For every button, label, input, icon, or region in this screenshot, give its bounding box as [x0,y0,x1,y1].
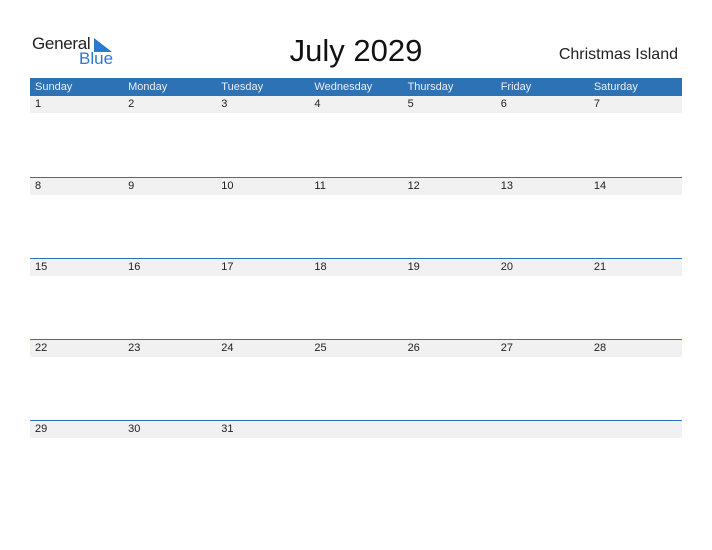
day-cell: 15 [35,261,48,273]
day-cell: 6 [500,98,507,110]
date-strip: 8 9 10 11 12 13 14 [30,178,682,195]
week-row: 1 2 3 4 5 6 7 [30,96,682,177]
day-cell: 20 [500,261,513,273]
day-cell: 21 [593,261,607,273]
weekday-wednesday: Wednesday [314,81,373,93]
day-cell: 25 [314,342,327,354]
day-cell [496,421,589,438]
day-cell: 7 [593,98,600,110]
weekday-tuesday: Tuesday [221,81,264,93]
day-cell: 4 [314,98,321,110]
day-cell [309,421,402,438]
country-label: Christmas Island [558,46,678,63]
day-cell: 14 [593,180,607,192]
day-cell: 2 [128,98,135,110]
day-cell: 11 [314,180,326,192]
date-strip: 1 2 3 4 5 6 7 [30,96,682,113]
day-cell: 1 [35,98,42,110]
week-row: 15 16 17 18 19 20 21 [30,258,682,339]
day-cell [403,421,496,438]
day-cell: 5 [407,98,414,110]
date-strip: 15 16 17 18 19 20 21 [30,259,682,276]
day-cell: 22 [35,342,48,354]
weekday-saturday: Saturday [593,81,638,93]
day-cell: 23 [128,342,141,354]
day-cell: 27 [500,342,513,354]
weekday-thursday: Thursday [407,81,454,93]
day-cell: 17 [221,261,234,273]
week-row: 8 9 10 11 12 13 14 [30,177,682,258]
day-cell: 3 [221,98,228,110]
day-cell: 12 [407,180,420,192]
weekday-sunday: Sunday [35,81,73,93]
day-cell: 18 [314,261,327,273]
day-cell: 24 [221,342,234,354]
weekday-friday: Friday [500,81,532,93]
day-cell: 9 [128,180,135,192]
day-cell: 28 [593,342,607,354]
day-cell: 16 [128,261,141,273]
date-strip: 22 23 24 25 26 27 28 [30,340,682,357]
day-cell: 26 [407,342,420,354]
weekday-header: Sunday Monday Tuesday Wednesday Thursday… [30,78,682,96]
day-cell: 13 [500,180,513,192]
day-cell: 10 [221,180,234,192]
date-strip: 29 30 31 [30,421,682,438]
calendar-grid: Sunday Monday Tuesday Wednesday Thursday… [30,78,682,501]
day-cell: 31 [221,423,234,435]
day-cell: 30 [128,423,141,435]
day-cell: 8 [35,180,42,192]
day-cell [589,421,682,438]
week-row: 29 30 31 [30,420,682,501]
day-cell: 19 [407,261,420,273]
day-cell: 29 [35,423,48,435]
weekday-monday: Monday [128,81,168,93]
week-row: 22 23 24 25 26 27 28 [30,339,682,420]
